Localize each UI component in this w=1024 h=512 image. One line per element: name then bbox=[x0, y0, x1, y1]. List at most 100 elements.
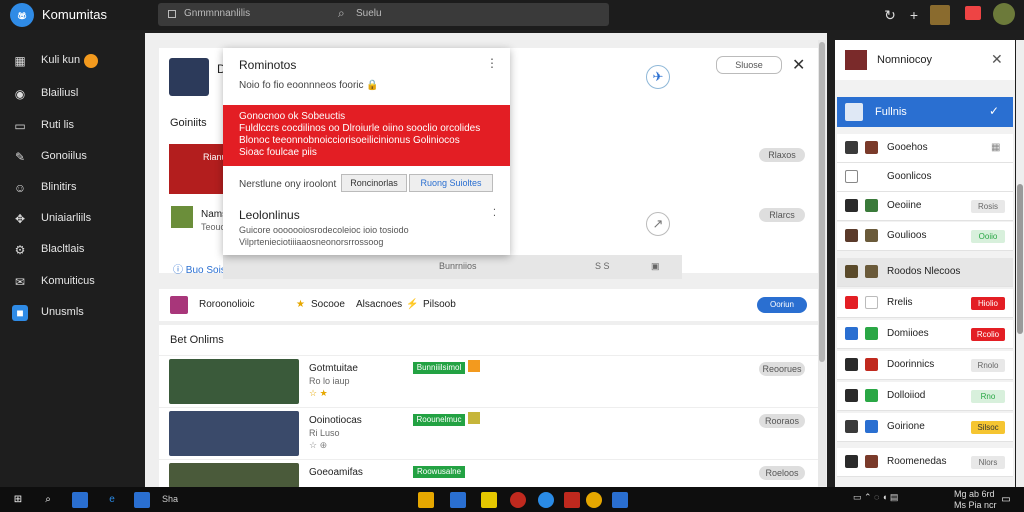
sidebar-item-1[interactable]: ◉ Blailiusl bbox=[0, 84, 145, 104]
right-panel-item[interactable]: Goirione Silsoc bbox=[837, 413, 1013, 442]
item-label: Goirione bbox=[887, 421, 925, 432]
game-name: Goeoamifas bbox=[309, 467, 363, 478]
game-app-icon[interactable] bbox=[510, 492, 526, 508]
green-tag: Roounelmuc bbox=[413, 414, 465, 426]
sidebar-item-2[interactable]: ▭ Ruti lis bbox=[0, 116, 145, 136]
taskbar-search-text: Sha bbox=[162, 494, 179, 504]
friends-action-button[interactable]: Ooriun bbox=[757, 297, 807, 313]
popup-button-1[interactable]: Roncinorlas bbox=[341, 174, 407, 192]
item-label: Roomenedas bbox=[887, 456, 947, 467]
app-icon: ■ bbox=[12, 305, 28, 321]
emoji-app-icon[interactable] bbox=[586, 492, 602, 508]
item-tag: Rcolio bbox=[971, 328, 1005, 341]
scroll-thumb[interactable] bbox=[1017, 184, 1023, 334]
game-cover-icon[interactable] bbox=[169, 58, 209, 96]
scroll-thumb[interactable] bbox=[819, 42, 825, 362]
emoji-icon: 🔒 bbox=[366, 80, 379, 91]
game-thumb[interactable] bbox=[169, 463, 299, 488]
game-thumb[interactable] bbox=[169, 411, 299, 456]
user-avatar[interactable] bbox=[993, 3, 1015, 25]
game-pill[interactable]: Rooraos bbox=[759, 414, 805, 428]
friends-item-2[interactable]: Socooe bbox=[311, 299, 345, 310]
popup-button-2[interactable]: Ruong Suioltes bbox=[409, 174, 493, 192]
right-panel-item[interactable]: Domiioes Rcolio bbox=[837, 320, 1013, 349]
bookmark-icon: ▭ bbox=[14, 119, 26, 133]
item-icon bbox=[865, 265, 878, 278]
app-icon[interactable] bbox=[134, 492, 150, 508]
notification-icon[interactable] bbox=[965, 6, 981, 20]
right-panel-item[interactable]: Roodos Nlecoos bbox=[837, 258, 1013, 287]
search-icon[interactable]: ⌕ bbox=[40, 492, 56, 508]
sidebar-item-4[interactable]: ☺ Blinitirs bbox=[0, 178, 145, 198]
item-tag: Rosis bbox=[971, 200, 1005, 213]
more-options-icon[interactable]: ⋮ bbox=[486, 56, 498, 70]
sidebar-item-6[interactable]: ⚙ Blacltlais bbox=[0, 240, 145, 260]
game-thumb-2[interactable] bbox=[171, 206, 193, 228]
friends-bar: Roroonolioic ★ Socooe Alsacnoes ⚡ Pilsoo… bbox=[159, 289, 818, 321]
right-panel-item[interactable]: Goulioos Ooiio bbox=[837, 222, 1013, 251]
file-explorer-icon[interactable] bbox=[481, 492, 497, 508]
online-games-card: Bet Onlims Gotmtuitae Ro lo iaup ☆ ★ Bun… bbox=[159, 325, 818, 488]
show-more-link[interactable]: ⓘ Buo Sois bbox=[173, 261, 226, 276]
popup-section-title: Leolonlinus bbox=[239, 208, 300, 222]
game-sub: Ro lo iaup bbox=[309, 376, 350, 386]
online-game-row[interactable]: Ooinotiocas Ri Luso ☆ ⊕ Roounelmuc Roora… bbox=[159, 407, 818, 459]
tray-icons[interactable]: ▭ ⌃ ◌ ◖ ▤ bbox=[853, 492, 898, 503]
folder-icon[interactable] bbox=[418, 492, 434, 508]
media-app-icon[interactable] bbox=[564, 492, 580, 508]
refresh-icon[interactable]: ↻ bbox=[881, 6, 899, 24]
right-panel-selected[interactable]: Fullnis ✓ bbox=[837, 97, 1013, 127]
right-panel-item[interactable]: Gooehos ▦ bbox=[837, 134, 1013, 163]
sidebar-item-label: Komuiticus bbox=[41, 275, 95, 287]
search-icon[interactable]: ⌕ bbox=[338, 6, 345, 21]
share-icon[interactable]: ↗ bbox=[646, 212, 670, 236]
right-panel-item[interactable]: Rrelis Hiolio bbox=[837, 289, 1013, 318]
chat-app-icon[interactable] bbox=[538, 492, 554, 508]
game-pill[interactable]: Roeloos bbox=[759, 466, 805, 480]
more-icon[interactable]: ⁚ bbox=[493, 208, 496, 219]
close-icon[interactable]: ✕ bbox=[792, 55, 805, 75]
friends-item-4[interactable]: Pilsoob bbox=[423, 299, 456, 310]
start-menu-icon[interactable]: ⊞ bbox=[10, 492, 26, 508]
right-panel-item[interactable]: Roomenedas Nlors bbox=[837, 448, 1013, 477]
friend-avatar-icon[interactable] bbox=[170, 296, 188, 314]
right-panel-item[interactable]: Oeoiine Rosis bbox=[837, 192, 1013, 221]
right-panel-item[interactable]: Doorinnics Rnolo bbox=[837, 351, 1013, 380]
sidebar-item-7[interactable]: ✉ Komuiticus bbox=[0, 272, 145, 292]
sidebar-item-0[interactable]: ▦ Kuli kun bbox=[0, 51, 145, 71]
follow-button[interactable]: Sluose bbox=[716, 56, 782, 74]
main-scrollbar[interactable] bbox=[818, 40, 826, 486]
right-panel-item[interactable]: Dolloiiod Rno bbox=[837, 382, 1013, 411]
strip-icons[interactable]: S S bbox=[595, 261, 610, 271]
item-label: Roodos Nlecoos bbox=[887, 266, 961, 277]
image-icon[interactable]: ▣ bbox=[651, 261, 660, 272]
notifications-icon[interactable]: ▭ bbox=[998, 492, 1014, 508]
friends-item-3[interactable]: Alsacnoes bbox=[356, 299, 402, 310]
sidebar-item-label: Ruti lis bbox=[41, 119, 75, 131]
browser-icon[interactable]: e bbox=[104, 492, 120, 508]
sidebar-item-5[interactable]: ✥ Uniaiarliils bbox=[0, 209, 145, 229]
game-thumb[interactable] bbox=[169, 359, 299, 404]
action-icons: ☆ ⊕ bbox=[309, 440, 328, 450]
compass-icon[interactable]: ✈ bbox=[646, 65, 670, 89]
game-pill-2[interactable]: Rlarcs bbox=[759, 208, 805, 222]
game-pill[interactable]: Reoorues bbox=[759, 362, 805, 376]
store-icon[interactable] bbox=[72, 492, 88, 508]
online-game-row[interactable]: Gotmtuitae Ro lo iaup ☆ ★ Bunniiilsimol … bbox=[159, 355, 818, 407]
sidebar: ▦ Kuli kun ◉ Blailiusl ▭ Ruti lis ✎ Gono… bbox=[0, 30, 145, 487]
page-icon bbox=[168, 10, 176, 18]
game-pill-1[interactable]: Rlaxos bbox=[759, 148, 805, 162]
active-app-icon[interactable] bbox=[612, 492, 628, 508]
sidebar-item-8[interactable]: ■ Unusmls bbox=[0, 303, 145, 323]
right-panel-title: Nomniocoy bbox=[877, 54, 933, 66]
plus-icon[interactable]: + bbox=[905, 6, 923, 24]
right-panel-item[interactable]: Goonlicos bbox=[837, 163, 1013, 192]
store-app-icon[interactable] bbox=[450, 492, 466, 508]
sidebar-item-3[interactable]: ✎ Gonoiilus bbox=[0, 147, 145, 167]
right-panel-scrollbar[interactable] bbox=[1016, 40, 1024, 487]
game-name: Ooinotiocas bbox=[309, 415, 362, 426]
close-icon[interactable]: ✕ bbox=[991, 51, 1003, 68]
popup-description: Guicore ooooooiosrodecoleioc ioio tosiod… bbox=[239, 225, 409, 247]
search-bar[interactable]: Gnmmnnanlilis ⌕ Suelu bbox=[158, 3, 609, 26]
game-avatar-icon[interactable] bbox=[930, 5, 950, 25]
